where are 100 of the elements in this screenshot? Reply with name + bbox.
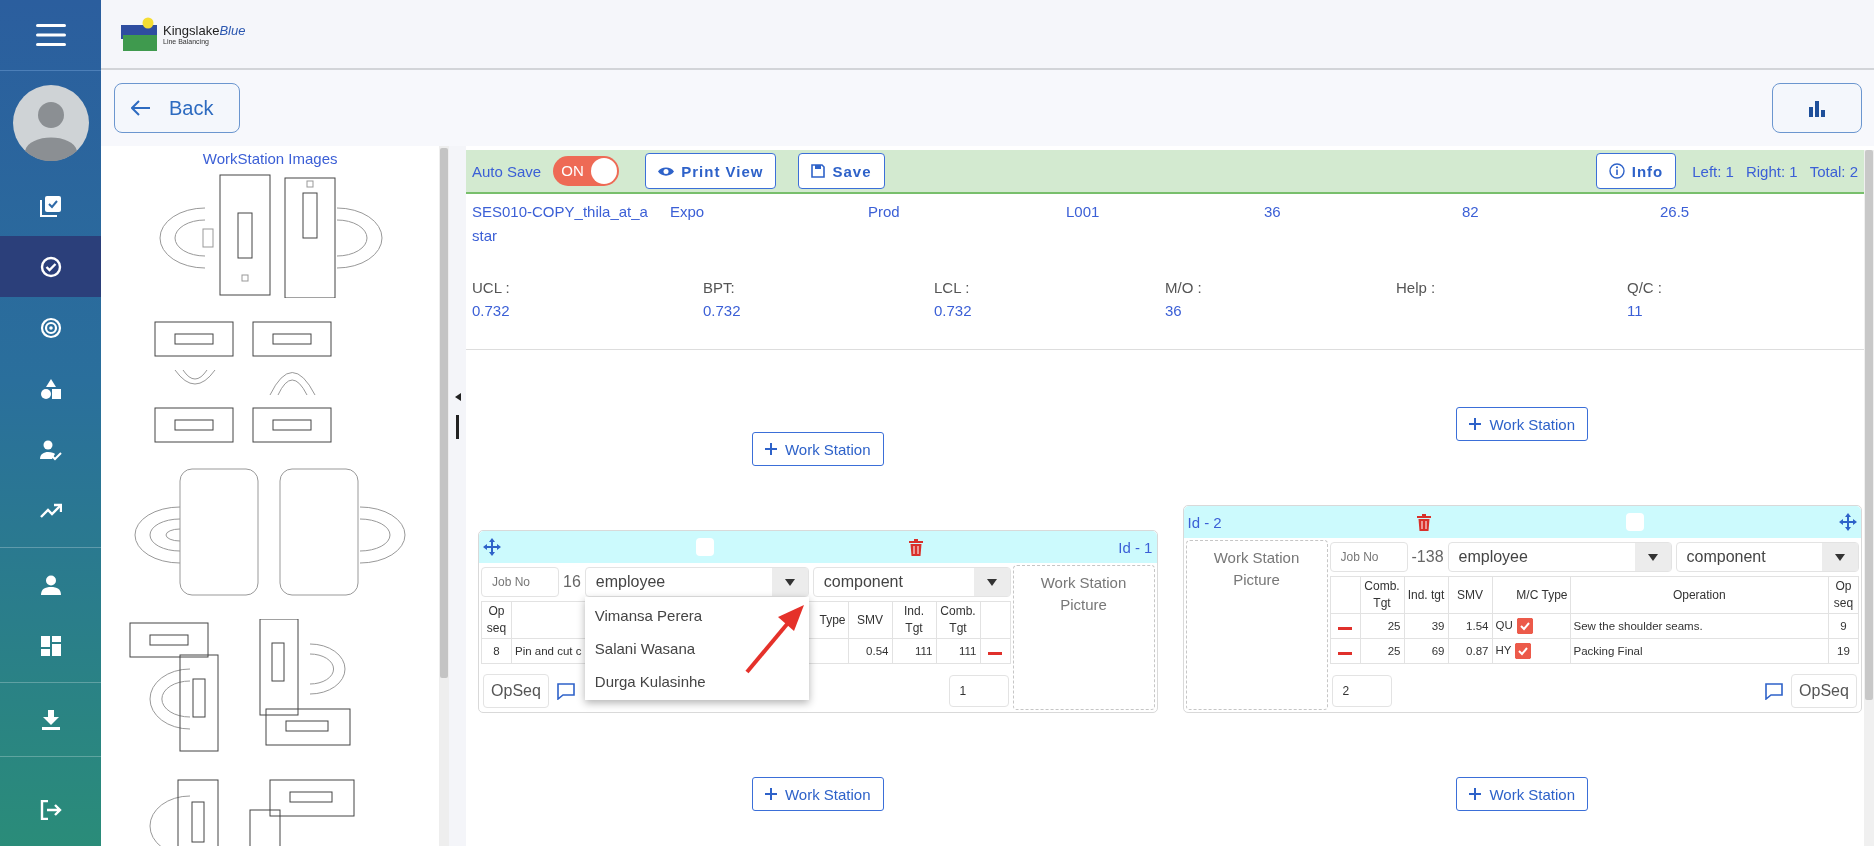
stat-label: Q/C : <box>1627 278 1663 298</box>
collapse-icon[interactable] <box>454 393 461 401</box>
logout-icon <box>39 799 62 820</box>
save-button[interactable]: Save <box>798 153 885 189</box>
add-workstation-button[interactable]: Work Station <box>1456 407 1589 441</box>
column-header: M/C Type <box>1516 587 1568 602</box>
table-cell: Packing Final <box>1573 645 1643 657</box>
workstation-id: Id - 2 <box>1187 513 1222 531</box>
back-button[interactable]: Back <box>114 83 240 133</box>
stat-label: BPT: <box>703 278 736 298</box>
splitter-handle[interactable] <box>456 415 460 439</box>
dropdown-option[interactable]: Vimansa Perera <box>584 599 809 632</box>
annotation-arrow <box>744 603 806 675</box>
table-cell: QU <box>1495 619 1513 632</box>
style-value: L001 <box>1066 202 1101 222</box>
comment-icon[interactable] <box>1765 682 1783 700</box>
checkbox[interactable] <box>696 538 715 556</box>
column-header: SMV <box>1457 587 1483 602</box>
column-header: Op seq <box>1833 579 1854 610</box>
opseq-button[interactable]: OpSeq <box>1791 674 1857 708</box>
print-view-button[interactable]: Print View <box>645 153 777 189</box>
stat-value: 0.732 <box>703 301 742 321</box>
picture-upload-area[interactable]: Work Station Picture <box>1185 540 1328 710</box>
table-cell: 8 <box>493 645 500 657</box>
column-header: SMV <box>857 612 883 627</box>
chart-button[interactable] <box>1772 83 1862 133</box>
checklist-icon <box>39 194 62 217</box>
plus-icon <box>1469 788 1482 800</box>
stat-label: M/O : <box>1165 278 1203 298</box>
station-count: Right: 1 <box>1745 162 1798 180</box>
trend-icon <box>39 502 62 519</box>
user-check-icon <box>39 438 62 461</box>
caret-icon <box>1835 553 1845 561</box>
employee-dropdown[interactable]: employee <box>584 567 809 597</box>
menu-icon <box>35 24 66 46</box>
add-workstation-button[interactable]: Work Station <box>751 777 884 811</box>
table-cell: 9 <box>1840 620 1847 632</box>
table-cell: 0.54 <box>866 645 889 657</box>
scrollbar-drawing[interactable] <box>439 146 450 846</box>
auto-save-label: Auto Save <box>472 162 542 180</box>
brand-name: KingslakeBlue <box>163 23 246 38</box>
plus-icon <box>764 443 777 455</box>
comment-icon[interactable] <box>557 682 575 700</box>
eye-icon <box>658 165 675 177</box>
job-no-field[interactable]: Job No <box>481 567 559 597</box>
table-cell: 111 <box>959 645 977 657</box>
table-cell: Sew the shoulder seams. <box>1573 620 1703 632</box>
stat-label: LCL : <box>934 278 971 298</box>
column-header: Comb. Tgt <box>1364 579 1400 610</box>
style-value: 36 <box>1264 202 1282 222</box>
station-count: Left: 1 <box>1692 162 1734 180</box>
move-icon[interactable] <box>1838 513 1857 531</box>
checkbox[interactable] <box>1516 618 1533 634</box>
caret-icon <box>784 578 795 586</box>
component-dropdown[interactable]: component <box>1675 542 1859 572</box>
style-value: 26.5 <box>1660 202 1691 222</box>
stat-value: 11 <box>1627 301 1644 321</box>
check-circle-icon <box>39 255 62 278</box>
stat-value: 0.732 <box>472 301 511 321</box>
table-cell: 25 <box>1387 620 1401 632</box>
save-icon <box>811 164 826 178</box>
employee-dropdown[interactable]: employee <box>1447 542 1672 572</box>
component-dropdown[interactable]: component <box>812 567 1011 597</box>
plus-icon <box>1469 418 1482 430</box>
dropdown-option[interactable]: Salani Wasana <box>584 632 809 665</box>
checkbox[interactable] <box>1515 643 1532 659</box>
column-header: Type <box>819 612 846 627</box>
sidebar-item[interactable] <box>0 236 101 297</box>
caret-icon <box>1647 553 1658 561</box>
table-cell: HY <box>1495 644 1512 657</box>
style-value: SES010-COPY_thila_at_astar <box>472 202 649 246</box>
style-value: Expo <box>670 202 706 222</box>
dropdown-option[interactable]: Durga Kulasinhe <box>584 665 809 698</box>
job-number: 16 <box>563 573 581 591</box>
add-workstation-button[interactable]: Work Station <box>1456 777 1589 811</box>
count-field[interactable]: 2 <box>1331 675 1392 707</box>
info-icon <box>1608 163 1625 179</box>
count-field[interactable]: 1 <box>948 675 1009 707</box>
job-no-field[interactable]: Job No <box>1329 542 1408 572</box>
avatar[interactable] <box>12 85 89 161</box>
move-icon[interactable] <box>483 538 501 556</box>
bar-chart-icon <box>1808 99 1826 117</box>
trash-icon[interactable] <box>909 538 924 556</box>
dashboard-icon <box>40 635 61 656</box>
style-value: 82 <box>1462 202 1480 222</box>
trash-icon[interactable] <box>1416 513 1431 531</box>
info-button[interactable]: Info <box>1595 153 1677 189</box>
table-cell: Pin and cut c <box>515 645 582 657</box>
scrollbar-drawing[interactable] <box>1864 150 1874 846</box>
column-header: Ind. Tgt <box>904 604 924 635</box>
stat-label: UCL : <box>472 278 511 298</box>
picture-upload-area[interactable]: Work Station Picture <box>1012 565 1155 710</box>
checkbox[interactable] <box>1625 513 1644 531</box>
plus-icon <box>764 788 777 800</box>
opseq-button[interactable]: OpSeq <box>483 674 549 708</box>
column-header: Comb. Tgt <box>940 604 976 635</box>
add-workstation-button[interactable]: Work Station <box>751 432 884 466</box>
station-count: Total: 2 <box>1809 162 1858 180</box>
target-icon <box>39 316 62 339</box>
stat-label: Help : <box>1396 278 1437 298</box>
